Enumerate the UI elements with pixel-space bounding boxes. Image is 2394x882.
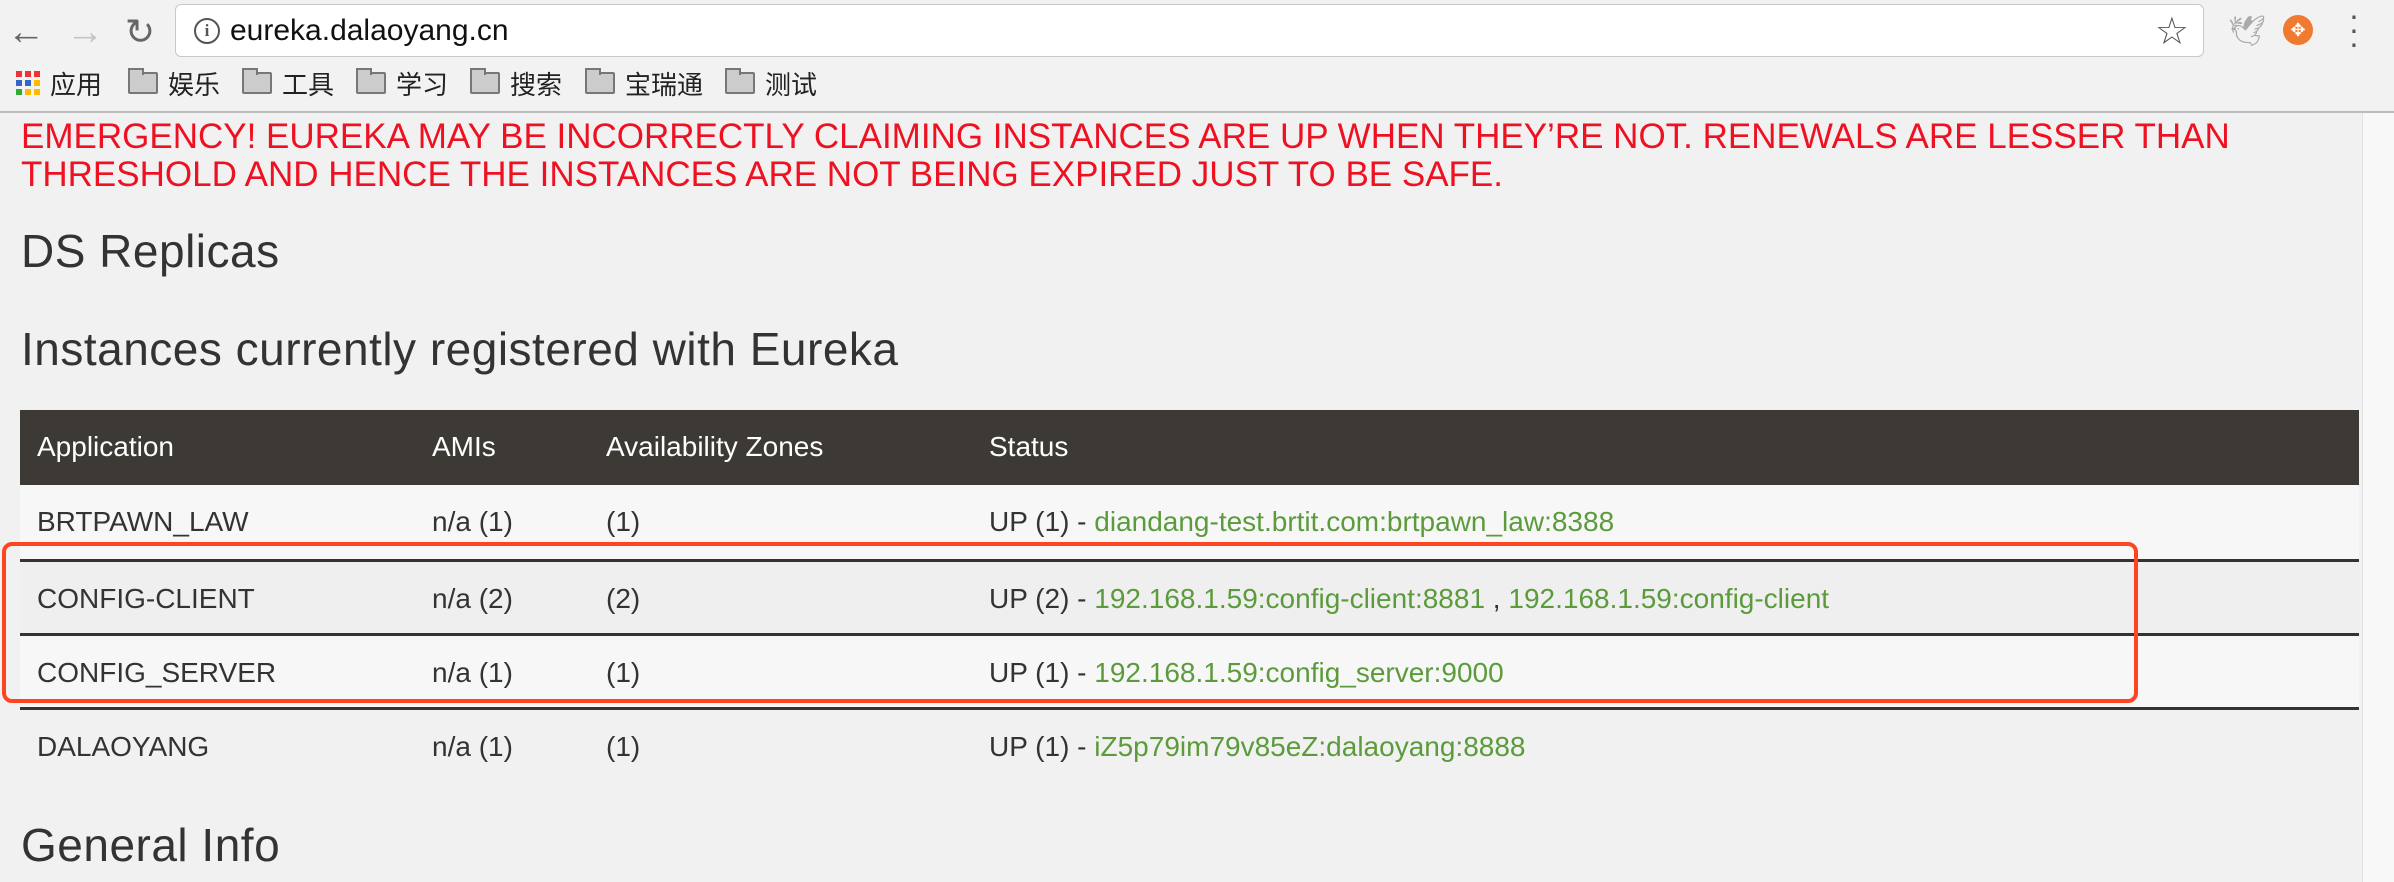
folder-icon bbox=[242, 68, 272, 94]
bookmark-label: 测试 bbox=[765, 69, 818, 100]
bookmark-label: 宝瑞通 bbox=[625, 69, 704, 100]
folder-icon bbox=[128, 68, 158, 94]
instance-link[interactable]: diandang-test.brtit.com:brtpawn_law:8388 bbox=[1094, 506, 1614, 537]
bookmark-folder[interactable]: 宝瑞通 bbox=[585, 66, 703, 100]
scrollbar[interactable] bbox=[2362, 113, 2394, 882]
bookmark-folder[interactable]: 测试 bbox=[725, 66, 817, 100]
bookmark-folder[interactable]: 工具 bbox=[242, 66, 334, 100]
emergency-warning: EMERGENCY! EUREKA MAY BE INCORRECTLY CLA… bbox=[21, 117, 2230, 194]
header-zones: Availability Zones bbox=[606, 431, 824, 462]
menu-icon[interactable]: · · · bbox=[2348, 0, 2360, 59]
bookmark-folder[interactable]: 学习 bbox=[356, 66, 448, 100]
folder-icon bbox=[356, 68, 386, 94]
browser-toolbar: ← → ↻ i eureka.dalaoyang.cn ☆ 🕊 ✥ · · · 应用… bbox=[0, 0, 2394, 113]
status-text: UP (1) - bbox=[989, 731, 1095, 762]
bookmark-label: 工具 bbox=[282, 69, 335, 100]
info-icon[interactable]: i bbox=[194, 18, 220, 44]
header-status: Status bbox=[989, 431, 1069, 462]
table-row: DALAOYANG n/a (1) (1) UP (1) - iZ5p79im7… bbox=[20, 707, 2359, 781]
zones-cell: (1) bbox=[606, 731, 641, 762]
bookmark-label: 应用 bbox=[50, 69, 103, 100]
folder-icon bbox=[585, 68, 615, 94]
instance-link[interactable]: iZ5p79im79v85eZ:dalaoyang:8888 bbox=[1094, 731, 1525, 762]
bookmark-star-icon[interactable]: ☆ bbox=[2155, 9, 2189, 54]
application-name: DALAOYANG bbox=[37, 731, 210, 762]
back-button[interactable]: ← bbox=[6, 12, 46, 52]
header-amis: AMIs bbox=[432, 431, 496, 462]
reload-button[interactable]: ↻ bbox=[120, 12, 160, 52]
table-header: Application AMIs Availability Zones Stat… bbox=[20, 410, 2359, 485]
bookmark-label: 学习 bbox=[396, 69, 449, 100]
bookmark-folder[interactable]: 娱乐 bbox=[128, 66, 220, 100]
folder-icon bbox=[470, 68, 500, 94]
amis-cell: n/a (1) bbox=[432, 731, 513, 762]
header-application: Application bbox=[37, 431, 174, 462]
url-text[interactable]: eureka.dalaoyang.cn bbox=[230, 14, 509, 48]
extension-orange-icon[interactable]: ✥ bbox=[2283, 15, 2313, 45]
address-bar[interactable]: i eureka.dalaoyang.cn ☆ bbox=[175, 4, 2204, 57]
extension-bird-icon[interactable]: 🕊 bbox=[2228, 14, 2266, 49]
bookmark-label: 娱乐 bbox=[168, 69, 221, 100]
bookmark-label: 搜索 bbox=[510, 69, 563, 100]
bookmark-apps[interactable]: 应用 bbox=[16, 66, 102, 100]
instances-heading: Instances currently registered with Eure… bbox=[21, 323, 899, 375]
bookmark-folder[interactable]: 搜索 bbox=[470, 66, 562, 100]
apps-grid-icon bbox=[16, 71, 40, 95]
status-text: UP (1) - bbox=[989, 506, 1095, 537]
status-cell: UP (1) - iZ5p79im79v85eZ:dalaoyang:8888 bbox=[989, 710, 1525, 784]
folder-icon bbox=[725, 68, 755, 94]
forward-button[interactable]: → bbox=[65, 12, 105, 52]
general-info-heading: General Info bbox=[21, 819, 281, 871]
highlight-annotation-box bbox=[2, 542, 2138, 703]
ds-replicas-heading: DS Replicas bbox=[21, 225, 280, 277]
